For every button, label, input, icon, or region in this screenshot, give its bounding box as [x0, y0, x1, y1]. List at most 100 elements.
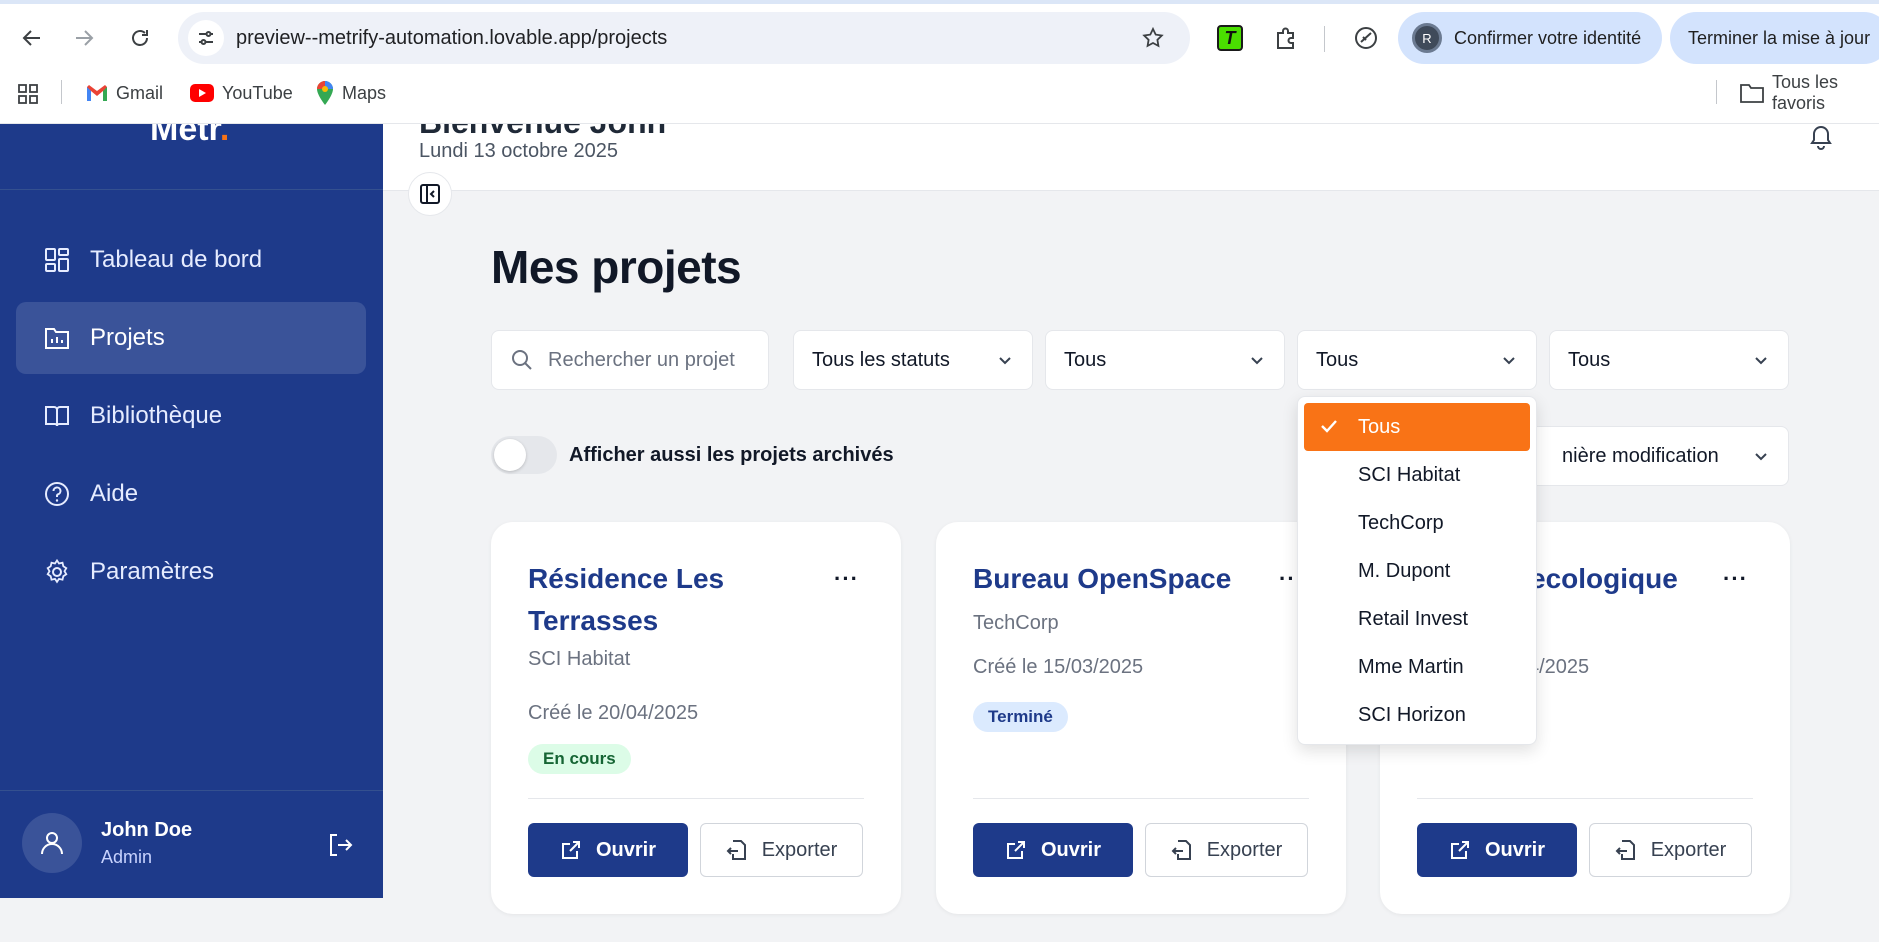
- toggle-knob: [494, 439, 526, 471]
- export-button-label: Exporter: [761, 838, 838, 861]
- bookmarks-divider-right: [1716, 80, 1717, 104]
- reload-icon: [132, 30, 148, 46]
- finish-update-button[interactable]: Terminer la mise à jour: [1670, 12, 1879, 64]
- project-card: Bureau OpenSpace ··· TechCorp Créé le 15…: [936, 522, 1346, 914]
- dropdown-option-label: TechCorp: [1358, 511, 1444, 534]
- welcome-title: Bienvenue John: [419, 124, 666, 141]
- open-button-label: Ouvrir: [1484, 838, 1546, 861]
- project-title[interactable]: Résidence Les Terrasses: [528, 558, 828, 642]
- bookmark-maps[interactable]: Maps: [316, 80, 386, 106]
- dashboard-icon: [42, 245, 72, 275]
- export-project-button[interactable]: Exporter: [1589, 823, 1752, 877]
- project-client: TechCorp: [973, 612, 1059, 634]
- sidebar-item-label: Projets: [90, 324, 165, 351]
- more-options-icon[interactable]: ···: [1723, 566, 1748, 592]
- notifications-bell-icon[interactable]: [1807, 124, 1835, 150]
- dropdown-option[interactable]: Retail Invest: [1304, 595, 1530, 643]
- logout-icon[interactable]: [326, 831, 356, 861]
- filter-select-4[interactable]: Tous: [1549, 330, 1789, 390]
- search-box[interactable]: [491, 330, 769, 390]
- bookmark-youtube[interactable]: YouTube: [190, 80, 293, 106]
- open-project-button[interactable]: Ouvrir: [528, 823, 688, 877]
- top-header: Bienvenue John Lundi 13 octobre 2025: [383, 124, 1879, 191]
- archived-toggle-row: Afficher aussi les projets archivés: [491, 436, 894, 474]
- extension-t-icon[interactable]: T: [1214, 22, 1246, 54]
- profile-avatar: R: [1412, 23, 1442, 53]
- open-button-label: Ouvrir: [1040, 838, 1102, 861]
- archived-toggle-label: Afficher aussi les projets archivés: [569, 443, 894, 466]
- performance-leaf-icon[interactable]: [1350, 22, 1382, 54]
- dropdown-option[interactable]: M. Dupont: [1304, 547, 1530, 595]
- sidebar-item-library[interactable]: Bibliothèque: [16, 380, 366, 452]
- filter-4-value: Tous: [1568, 348, 1611, 371]
- archived-toggle[interactable]: [491, 436, 557, 474]
- export-project-button[interactable]: Exporter: [1145, 823, 1308, 877]
- confirm-identity-label: Confirmer votre identité: [1454, 27, 1642, 48]
- status-filter-select[interactable]: Tous les statuts: [793, 330, 1033, 390]
- bookmark-star-icon[interactable]: [1138, 23, 1168, 53]
- confirm-identity-button[interactable]: R Confirmer votre identité: [1398, 12, 1662, 64]
- card-divider: [1417, 798, 1753, 799]
- file-export-icon: [1615, 840, 1635, 860]
- sidebar-item-label: Aide: [90, 480, 139, 507]
- dropdown-option-label: M. Dupont: [1358, 559, 1451, 582]
- dropdown-option[interactable]: SCI Horizon: [1304, 691, 1530, 739]
- forward-button[interactable]: [66, 20, 102, 56]
- youtube-icon: [190, 84, 214, 102]
- user-icon: [41, 832, 63, 855]
- sidebar-item-projects[interactable]: Projets: [16, 302, 366, 374]
- chevron-down-icon: [1251, 357, 1263, 365]
- export-button-label: Exporter: [1650, 838, 1727, 861]
- bookmarks-folder-label: Tous les favoris: [1772, 72, 1839, 113]
- filter-select-2[interactable]: Tous: [1045, 330, 1285, 390]
- bookmarks-folder[interactable]: Tous les favoris: [1740, 72, 1879, 113]
- sidebar-item-help[interactable]: Aide: [16, 458, 366, 530]
- dropdown-option[interactable]: TechCorp: [1304, 499, 1530, 547]
- dropdown-option-label: Retail Invest: [1358, 607, 1469, 630]
- logo-text: Metr: [150, 124, 220, 148]
- bookmark-gmail[interactable]: Gmail: [86, 80, 163, 106]
- logo-dot: .: [219, 124, 230, 148]
- panel-collapse-icon: [420, 184, 440, 204]
- user-name: John Doe: [101, 819, 193, 841]
- more-options-icon[interactable]: ···: [834, 566, 859, 592]
- user-avatar[interactable]: [22, 813, 82, 873]
- bookmark-maps-label: Maps: [342, 82, 387, 103]
- bookmark-gmail-label: Gmail: [116, 82, 164, 103]
- export-project-button[interactable]: Exporter: [700, 823, 863, 877]
- dropdown-option-tous[interactable]: Tous: [1304, 403, 1530, 451]
- gear-icon: [42, 557, 72, 587]
- status-badge: En cours: [528, 744, 631, 774]
- open-project-button[interactable]: Ouvrir: [973, 823, 1133, 877]
- logo[interactable]: Metr.: [150, 124, 229, 149]
- user-role: Admin: [101, 847, 153, 867]
- chevron-down-icon: [999, 357, 1011, 365]
- client-filter-select[interactable]: Tous: [1297, 330, 1537, 390]
- folder-icon: [1740, 83, 1764, 103]
- reload-button[interactable]: [122, 20, 158, 56]
- folder-chart-icon: [42, 323, 72, 353]
- project-created-date: Créé le 15/03/2025: [973, 656, 1144, 678]
- sidebar-item-dashboard[interactable]: Tableau de bord: [16, 224, 366, 296]
- site-info-icon[interactable]: [188, 20, 224, 56]
- open-project-button[interactable]: Ouvrir: [1417, 823, 1577, 877]
- back-button[interactable]: [14, 20, 50, 56]
- chevron-down-icon: [1755, 357, 1767, 365]
- project-title[interactable]: ecologique: [1530, 558, 1790, 600]
- sidebar-item-label: Bibliothèque: [90, 402, 223, 429]
- extensions-puzzle-icon[interactable]: [1270, 22, 1302, 54]
- dropdown-option[interactable]: Mme Martin: [1304, 643, 1530, 691]
- sidebar-item-settings[interactable]: Paramètres: [16, 536, 366, 608]
- maps-pin-icon: [316, 81, 334, 105]
- collapse-sidebar-button[interactable]: [408, 172, 452, 216]
- dropdown-option[interactable]: SCI Habitat: [1304, 451, 1530, 499]
- card-divider: [973, 798, 1309, 799]
- extension-t-label: T: [1217, 25, 1243, 51]
- help-icon: [42, 479, 72, 509]
- project-title[interactable]: Bureau OpenSpace: [973, 558, 1273, 600]
- search-input[interactable]: [548, 348, 748, 372]
- address-bar[interactable]: preview--metrify-automation.lovable.app/…: [178, 12, 1190, 64]
- apps-grid-icon[interactable]: [16, 82, 40, 106]
- gmail-icon: [86, 84, 108, 102]
- page-title: Mes projets: [491, 241, 742, 293]
